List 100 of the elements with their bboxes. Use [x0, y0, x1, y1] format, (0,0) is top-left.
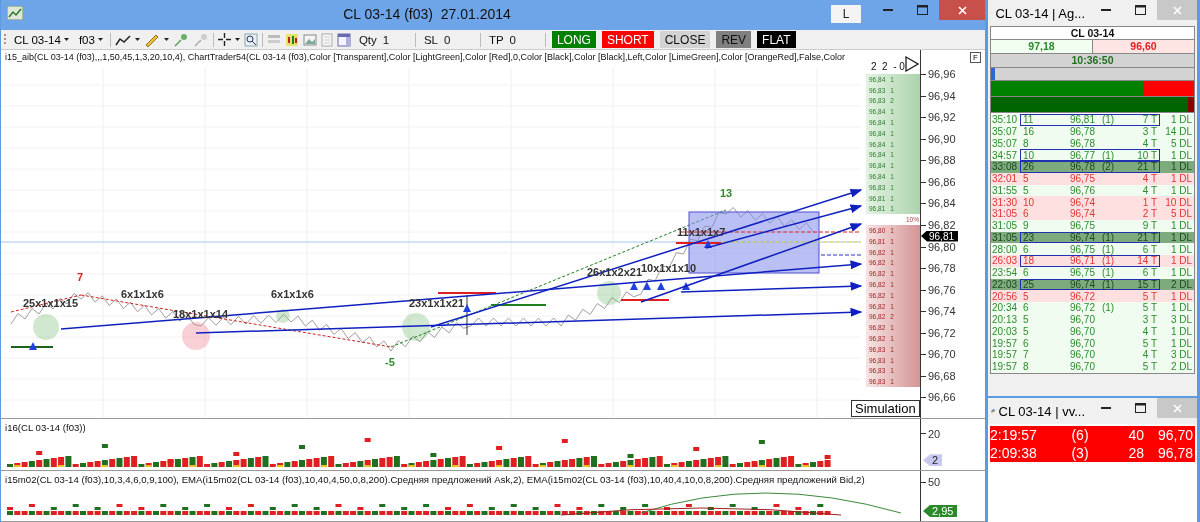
trade-deals: 1 DL: [1169, 255, 1193, 267]
chart-app-icon: [7, 6, 23, 20]
axis-label: 20: [921, 427, 941, 440]
trade-ticks: 2 T: [1141, 208, 1157, 220]
minimize-icon: [1101, 407, 1111, 409]
order-level-line: [10, 346, 54, 348]
zoom-icon[interactable]: [243, 32, 258, 47]
trade-ticks: 4 T: [1141, 325, 1157, 337]
trade-deals: 3 DL: [1169, 349, 1193, 361]
order-button[interactable]: SHORT: [601, 31, 654, 48]
trade-price: 96,76: [1068, 184, 1095, 196]
window-icon[interactable]: [336, 32, 351, 47]
grip-icon: [4, 32, 7, 47]
ladder-header: 2 2 - 0: [871, 61, 905, 73]
trade-deals: 5 DL: [1169, 208, 1193, 220]
flag-button[interactable]: F: [970, 52, 981, 63]
trade-deals: 1 DL: [1169, 149, 1193, 161]
ask-price: 97,18: [991, 40, 1093, 53]
trade-deals: 1 DL: [1169, 114, 1193, 126]
trade-time: 35:10: [991, 114, 1019, 126]
order-button[interactable]: REV: [716, 31, 752, 48]
line-tool-icon[interactable]: [114, 33, 131, 46]
order-button[interactable]: LONG: [551, 31, 596, 48]
trade-count: (1): [1100, 231, 1116, 243]
trade-time: 28:00: [991, 243, 1019, 255]
trade-ticks: 5 T: [1141, 302, 1157, 314]
trade-price: 96,78: [1068, 137, 1095, 149]
order-level-line: [490, 304, 547, 306]
crosshair-icon[interactable]: [217, 33, 231, 46]
trade-count: (1): [1100, 255, 1116, 267]
alert-count: (3): [1070, 445, 1090, 461]
axis-label: 96,82: [921, 219, 985, 231]
trade-size: 6: [1022, 267, 1030, 279]
up-marker: [29, 342, 37, 350]
trade-deals: 2 DL: [1169, 278, 1193, 290]
trade-time: 23:54: [991, 267, 1019, 279]
trade-ticks: 6 T: [1141, 243, 1157, 255]
axis-label: 96,70: [921, 349, 985, 361]
trade-size: 18: [1022, 255, 1036, 267]
trade-time: 31:05: [991, 208, 1019, 220]
caret-icon: [134, 38, 140, 41]
axis-label: 50: [921, 476, 941, 489]
cluster-circle: [597, 281, 621, 305]
trade-count: (1): [1100, 278, 1116, 290]
trade-count: (1): [1100, 149, 1116, 161]
value-field[interactable]: 1: [382, 33, 390, 46]
value-field[interactable]: 0: [509, 33, 516, 46]
trade-size: 6: [1022, 208, 1030, 220]
trade-ticks: 1 T: [1141, 196, 1157, 208]
alert-price: 96,78: [1156, 445, 1194, 461]
trade-size: 10: [1022, 196, 1036, 208]
trade-deals: 10 DL: [1164, 196, 1193, 208]
value-tag: 2: [923, 454, 943, 467]
order-button[interactable]: CLOSE: [659, 31, 711, 48]
instrument-dropdown[interactable]: CL 03-14: [11, 33, 72, 46]
trade-count: (1): [1100, 267, 1116, 279]
alert-size: 40: [1127, 427, 1144, 443]
trade-time: 31:55: [991, 184, 1019, 196]
caret-icon: [163, 38, 169, 41]
trade-time: 35:07: [991, 126, 1019, 138]
trade-time: 22:03: [991, 278, 1019, 290]
trade-price: 96,77: [1068, 149, 1095, 161]
field-label: TP: [488, 33, 504, 46]
trade-time: 33:08: [991, 161, 1019, 173]
caret-icon: [97, 38, 103, 41]
field-label: SL: [423, 33, 438, 46]
bid-price: 96,60: [1093, 40, 1194, 53]
trade-deals: 1 DL: [1169, 337, 1193, 349]
trade-price: 96,70: [1068, 314, 1095, 326]
pin-icon[interactable]: [172, 32, 189, 47]
maximize-icon: [1134, 403, 1146, 413]
trade-price: 96,74: [1068, 231, 1095, 243]
value-field[interactable]: 0: [443, 33, 451, 46]
maximize-icon: [916, 5, 928, 15]
trade-time: 19:57: [991, 349, 1019, 361]
candles-icon[interactable]: [284, 32, 299, 47]
trade-time: 19:57: [991, 337, 1019, 349]
trade-ticks: 10 T: [1136, 149, 1157, 161]
trade-price: 96,71: [1068, 255, 1095, 267]
order-button[interactable]: FLAT: [757, 31, 796, 48]
close-icon: [1172, 403, 1182, 413]
trade-ticks: 5 T: [1141, 290, 1157, 302]
trade-deals: 3 DL: [1169, 314, 1193, 326]
trade-deals: 1 DL: [1169, 231, 1193, 243]
trade-time: 32:01: [991, 173, 1019, 185]
trade-ticks: 7 T: [1141, 114, 1157, 126]
pencil-icon[interactable]: [143, 32, 160, 47]
mode-button[interactable]: L: [831, 5, 861, 23]
axis-label: 96,74: [921, 306, 985, 318]
trade-size: 10: [1022, 149, 1036, 161]
trade-ticks: 9 T: [1141, 220, 1157, 232]
trade-size: 26: [1022, 161, 1036, 173]
trade-size: 7: [1022, 349, 1030, 361]
trade-price: 96,75: [1068, 173, 1095, 185]
account-dropdown[interactable]: f03: [75, 33, 106, 46]
trade-size: 6: [1022, 337, 1030, 349]
trade-price: 96,74: [1068, 278, 1095, 290]
axis-label: 96,84: [921, 198, 985, 210]
alert-price: 96,70: [1156, 427, 1194, 443]
close-icon: [957, 5, 967, 15]
